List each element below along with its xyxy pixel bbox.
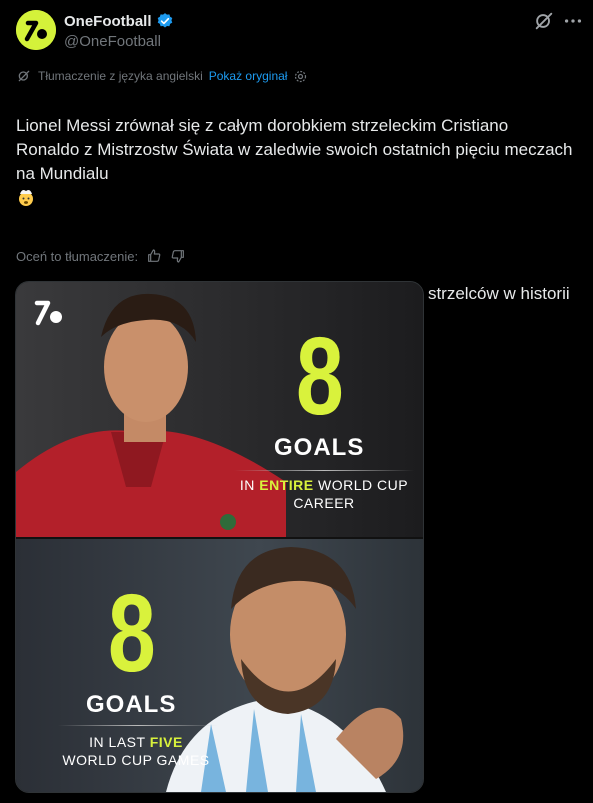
- onefootball-watermark-icon: [34, 300, 62, 326]
- ronaldo-caption-post: WORLD CUP: [313, 477, 409, 493]
- messi-goals-label: GOALS: [86, 691, 177, 718]
- settings-gear-icon[interactable]: [293, 69, 308, 84]
- author-name-row[interactable]: OneFootball: [64, 12, 174, 30]
- translation-note: Tłumaczenie z języka angielski: [38, 69, 203, 83]
- ronaldo-caption-pre: IN: [239, 477, 260, 493]
- more-options-icon[interactable]: [562, 10, 584, 32]
- messi-caption: IN LAST FIVE WORLD CUP GAMES: [46, 733, 226, 769]
- messi-caption-highlight: FIVE: [149, 734, 183, 750]
- rate-translation-row: Oceń to tłumaczenie:: [16, 248, 186, 264]
- ronaldo-caption: IN ENTIRE WORLD CUP CAREER: [234, 476, 414, 512]
- messi-panel: 8 GOALS IN LAST FIVE WORLD CUP GAMES: [16, 539, 423, 792]
- thumbs-up-icon[interactable]: [146, 248, 162, 264]
- thumbs-down-icon[interactable]: [170, 248, 186, 264]
- rate-translation-label: Oceń to tłumaczenie:: [16, 248, 139, 264]
- show-original-link[interactable]: Pokaż oryginał: [209, 69, 288, 83]
- onefootball-avatar[interactable]: [16, 10, 56, 50]
- verified-badge-icon: [157, 13, 172, 28]
- tweet-header: OneFootball @OneFootball: [0, 0, 593, 60]
- grok-translate-icon: [18, 70, 30, 82]
- ronaldo-panel: 8 GOALS IN ENTIRE WORLD CUP CAREER: [16, 282, 423, 537]
- ronaldo-caption-line2: CAREER: [293, 495, 355, 511]
- ronaldo-caption-highlight: ENTIRE: [259, 477, 314, 493]
- onefootball-logo-icon: [16, 10, 56, 50]
- grok-icon[interactable]: [533, 10, 555, 32]
- messi-caption-line2: WORLD CUP GAMES: [62, 752, 210, 768]
- tweet-paragraph-1: Lionel Messi zrównał się z całym dorobki…: [16, 116, 573, 183]
- messi-divider-line: [58, 725, 218, 726]
- ronaldo-goals-label: GOALS: [274, 434, 365, 461]
- ronaldo-divider-line: [234, 470, 414, 471]
- tweet-media-image[interactable]: 8 GOALS IN ENTIRE WORLD CUP CAREER 8 GOA…: [15, 281, 424, 793]
- ronaldo-goal-count: 8: [296, 315, 344, 438]
- translation-note-row: Tłumaczenie z języka angielski Pokaż ory…: [16, 68, 308, 84]
- author-handle[interactable]: @OneFootball: [64, 33, 161, 50]
- messi-goal-count: 8: [108, 572, 156, 695]
- author-display-name[interactable]: OneFootball: [64, 13, 152, 30]
- messi-caption-pre: IN LAST: [89, 734, 150, 750]
- exploding-head-emoji-icon: [19, 190, 33, 206]
